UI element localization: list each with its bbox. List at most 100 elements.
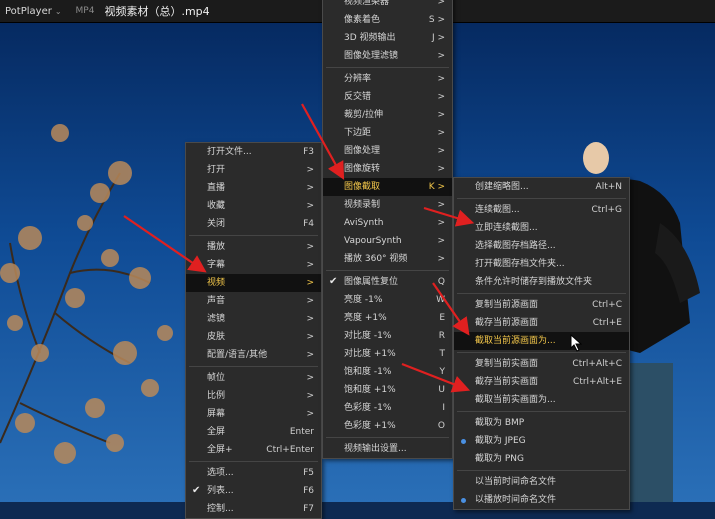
capture-menu-item-label: 选择截图存档路径...	[475, 241, 556, 251]
video-menu-item-10[interactable]: 图像旋转 >	[323, 160, 452, 178]
main-menu-item-3[interactable]: 收藏 >	[186, 197, 321, 215]
main-menu-item-shortcut: F6	[303, 486, 314, 496]
capture-menu-item-17[interactable]: 截取为 JPEG	[454, 432, 629, 450]
app-menu-chevron-icon[interactable]: ⌄	[55, 7, 62, 16]
main-menu-item-7[interactable]: 字幕 >	[186, 256, 321, 274]
capture-menu-item-14[interactable]: 截取当前实画面为...	[454, 391, 629, 409]
main-context-menu: 打开文件... F3 打开 > 直播 > 收藏 > 关闭 F4 播放 > 字幕 > 视频 > 声音 > 滤镜 > 皮肤 >…	[185, 142, 322, 519]
video-menu-item-17[interactable]: ✔ 图像属性复位 Q	[323, 273, 452, 291]
video-menu-item-25[interactable]: 色彩度 +1% O	[323, 417, 452, 435]
main-menu-item-label: 配置/语言/其他	[207, 350, 268, 360]
video-menu-item-12[interactable]: 视频录制 >	[323, 196, 452, 214]
main-menu-item-9[interactable]: 声音 >	[186, 292, 321, 310]
checkmark-icon: ✔	[329, 276, 338, 287]
file-title: 视频素材（总）.mp4	[104, 5, 210, 18]
main-menu-item-4[interactable]: 关闭 F4	[186, 215, 321, 233]
main-menu-item-12[interactable]: 配置/语言/其他 >	[186, 346, 321, 364]
video-menu-item-label: 色彩度 +1%	[344, 421, 396, 431]
main-menu-item-shortcut: Ctrl+Enter	[266, 445, 314, 455]
capture-menu-item-shortcut: Alt+N	[595, 182, 622, 192]
video-menu-item-9[interactable]: 图像处理 >	[323, 142, 452, 160]
main-menu-item-2[interactable]: 直播 >	[186, 179, 321, 197]
video-menu-item-label: 亮度 -1%	[344, 295, 383, 305]
main-menu-item-18[interactable]: 全屏+ Ctrl+Enter	[186, 441, 321, 459]
main-menu-item-21[interactable]: ✔ 列表... F6	[186, 482, 321, 500]
video-menu-item-5[interactable]: 分辨率 >	[323, 70, 452, 88]
video-menu-item-shortcut: >	[437, 0, 445, 7]
capture-menu-item-4[interactable]: 选择截图存档路径...	[454, 237, 629, 255]
video-menu-item-21[interactable]: 对比度 +1% T	[323, 345, 452, 363]
capture-menu-item-6[interactable]: 条件允许时储存到播放文件夹	[454, 273, 629, 291]
capture-menu-item-12[interactable]: 复制当前实画面 Ctrl+Alt+C	[454, 355, 629, 373]
main-menu-item-11[interactable]: 皮肤 >	[186, 328, 321, 346]
image-capture-submenu: 创建缩略图... Alt+N 连续截图... Ctrl+G 立即连续截图... 选择截图存…	[453, 177, 630, 510]
video-menu-item-22[interactable]: 饱和度 -1% Y	[323, 363, 452, 381]
capture-menu-item-21[interactable]: 以播放时间命名文件	[454, 491, 629, 509]
video-menu-item-3[interactable]: 图像处理滤镜 >	[323, 47, 452, 65]
video-menu-item-label: 反交错	[344, 92, 372, 102]
video-menu-item-7[interactable]: 裁剪/拉伸 >	[323, 106, 452, 124]
main-menu-item-0[interactable]: 打开文件... F3	[186, 143, 321, 161]
capture-menu-item-label: 复制当前源画面	[475, 300, 539, 310]
video-menu-item-label: 下边距	[344, 128, 372, 138]
main-menu-item-label: 关闭	[207, 219, 226, 229]
capture-menu-item-16[interactable]: 截取为 BMP	[454, 414, 629, 432]
video-menu-item-8[interactable]: 下边距 >	[323, 124, 452, 142]
video-menu-item-shortcut: >	[437, 51, 445, 61]
capture-menu-item-8[interactable]: 复制当前源画面 Ctrl+C	[454, 296, 629, 314]
main-menu-item-6[interactable]: 播放 >	[186, 238, 321, 256]
main-menu-item-label: 打开	[207, 165, 226, 175]
capture-menu-item-5[interactable]: 打开截图存档文件夹...	[454, 255, 629, 273]
capture-menu-item-3[interactable]: 立即连续截图...	[454, 219, 629, 237]
video-menu-item-6[interactable]: 反交错 >	[323, 88, 452, 106]
main-menu-item-shortcut: >	[306, 242, 314, 252]
video-menu-item-shortcut: U	[438, 385, 445, 395]
video-menu-item-27[interactable]: 视频输出设置...	[323, 440, 452, 458]
app-name[interactable]: PotPlayer	[5, 6, 52, 17]
capture-menu-item-0[interactable]: 创建缩略图... Alt+N	[454, 178, 629, 196]
main-menu-item-shortcut: >	[306, 350, 314, 360]
video-menu-item-24[interactable]: 色彩度 -1% I	[323, 399, 452, 417]
main-menu-item-shortcut: >	[306, 409, 314, 419]
main-menu-item-14[interactable]: 帧位 >	[186, 369, 321, 387]
main-menu-item-20[interactable]: 选项... F5	[186, 464, 321, 482]
main-menu-item-15[interactable]: 比例 >	[186, 387, 321, 405]
main-menu-item-label: 字幕	[207, 260, 226, 270]
video-menu-item-23[interactable]: 饱和度 +1% U	[323, 381, 452, 399]
video-menu-item-15[interactable]: 播放 360° 视频 >	[323, 250, 452, 268]
video-menu-item-19[interactable]: 亮度 +1% E	[323, 309, 452, 327]
capture-menu-item-shortcut: Ctrl+C	[592, 300, 622, 310]
main-menu-item-1[interactable]: 打开 >	[186, 161, 321, 179]
main-menu-item-label: 皮肤	[207, 332, 226, 342]
main-menu-item-shortcut: >	[306, 278, 314, 288]
video-menu-item-shortcut: >	[437, 164, 445, 174]
capture-menu-item-2[interactable]: 连续截图... Ctrl+G	[454, 201, 629, 219]
capture-menu-item-10[interactable]: 截取当前源画面为...	[454, 332, 629, 350]
video-menu-item-0[interactable]: 视频渲染器 >	[323, 0, 452, 11]
video-menu-item-shortcut: I	[442, 403, 445, 413]
video-menu-item-11[interactable]: 图像截取 K >	[323, 178, 452, 196]
main-menu-item-8[interactable]: 视频 >	[186, 274, 321, 292]
main-menu-item-10[interactable]: 滤镜 >	[186, 310, 321, 328]
video-menu-item-label: 视频输出设置...	[344, 444, 407, 454]
video-menu-item-1[interactable]: 像素着色 S >	[323, 11, 452, 29]
main-menu-item-shortcut: F4	[303, 219, 314, 229]
video-menu-item-2[interactable]: 3D 视频输出 J >	[323, 29, 452, 47]
main-menu-item-22[interactable]: 控制... F7	[186, 500, 321, 518]
capture-menu-item-9[interactable]: 截存当前源画面 Ctrl+E	[454, 314, 629, 332]
capture-menu-item-20[interactable]: 以当前时间命名文件	[454, 473, 629, 491]
main-menu-item-label: 帧位	[207, 373, 226, 383]
main-menu-item-label: 声音	[207, 296, 226, 306]
video-menu-item-18[interactable]: 亮度 -1% W	[323, 291, 452, 309]
video-menu-item-20[interactable]: 对比度 -1% R	[323, 327, 452, 345]
capture-menu-item-label: 创建缩略图...	[475, 182, 529, 192]
video-menu-item-14[interactable]: VapourSynth >	[323, 232, 452, 250]
main-menu-item-shortcut: >	[306, 183, 314, 193]
main-menu-item-17[interactable]: 全屏 Enter	[186, 423, 321, 441]
capture-menu-item-13[interactable]: 截存当前实画面 Ctrl+Alt+E	[454, 373, 629, 391]
video-menu-item-13[interactable]: AviSynth >	[323, 214, 452, 232]
video-menu-item-shortcut: E	[439, 313, 445, 323]
video-menu-separator	[326, 437, 449, 438]
capture-menu-item-18[interactable]: 截取为 PNG	[454, 450, 629, 468]
main-menu-item-16[interactable]: 屏幕 >	[186, 405, 321, 423]
